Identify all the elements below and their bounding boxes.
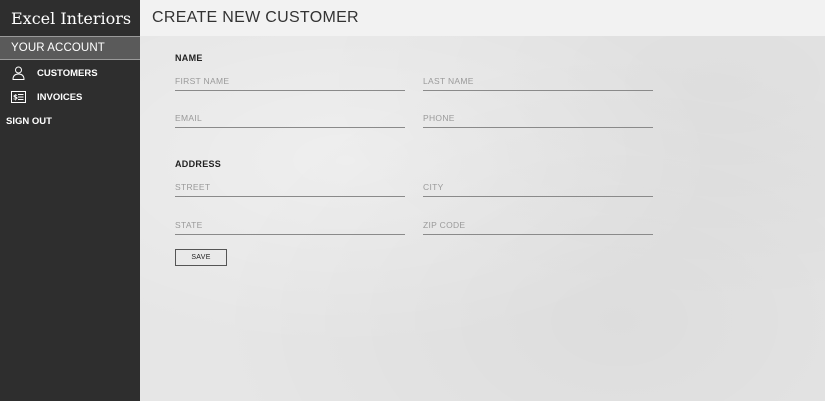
invoice-icon: $	[11, 90, 26, 104]
address-section-label: ADDRESS	[175, 159, 222, 169]
brand-logo[interactable]: Excel Interiors	[0, 0, 140, 36]
svg-text:$: $	[13, 94, 18, 102]
sidebar: Excel Interiors YOUR ACCOUNT CUSTOMERS $…	[0, 0, 140, 401]
your-account-header[interactable]: YOUR ACCOUNT	[0, 36, 140, 60]
first-name-input[interactable]	[175, 74, 405, 91]
main-content: CREATE NEW CUSTOMER NAME ADDRESS SAVE	[140, 0, 825, 401]
user-icon	[11, 66, 26, 80]
zip-code-input[interactable]	[423, 218, 653, 235]
sidebar-item-invoices[interactable]: $ INVOICES	[0, 85, 140, 109]
city-input[interactable]	[423, 180, 653, 197]
sidebar-item-label: CUSTOMERS	[37, 67, 98, 79]
name-section-label: NAME	[175, 53, 203, 63]
sidebar-item-customers[interactable]: CUSTOMERS	[0, 61, 140, 85]
save-button[interactable]: SAVE	[175, 249, 227, 266]
sidebar-item-label: INVOICES	[37, 91, 83, 103]
page-title: CREATE NEW CUSTOMER	[152, 9, 359, 26]
phone-input[interactable]	[423, 111, 653, 128]
street-input[interactable]	[175, 180, 405, 197]
last-name-input[interactable]	[423, 74, 653, 91]
top-bar: CREATE NEW CUSTOMER	[140, 0, 825, 36]
email-input[interactable]	[175, 111, 405, 128]
state-input[interactable]	[175, 218, 405, 235]
sign-out-link[interactable]: SIGN OUT	[0, 109, 140, 133]
